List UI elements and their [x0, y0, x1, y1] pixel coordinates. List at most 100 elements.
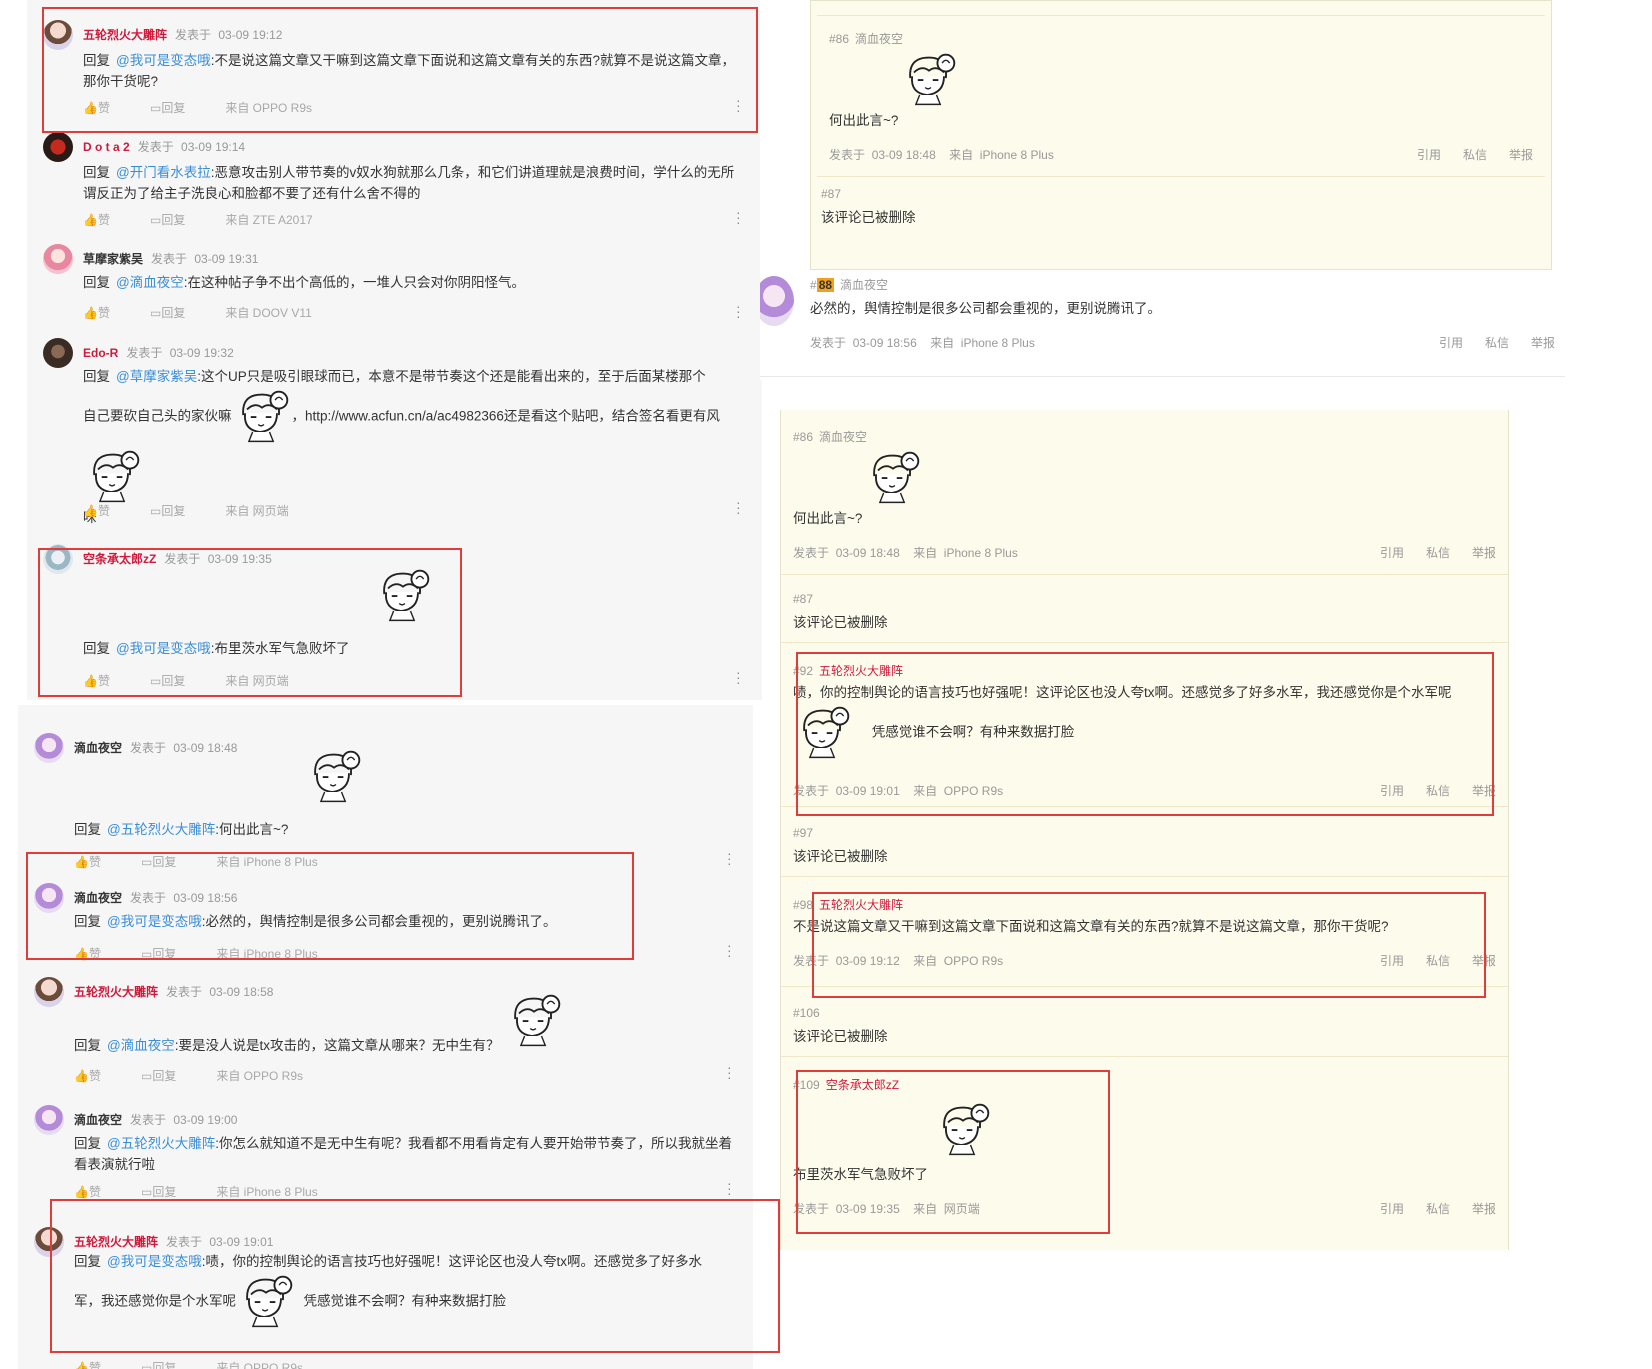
message-button[interactable]: 私信	[1426, 954, 1450, 968]
more-options-icon[interactable]: · · ·	[736, 665, 741, 689]
reply-button[interactable]: ▭回复	[150, 306, 205, 320]
more-options-icon[interactable]: · · ·	[727, 1176, 732, 1200]
message-button[interactable]: 私信	[1426, 546, 1450, 560]
username-link[interactable]: D o t a 2	[83, 140, 130, 154]
mention-link[interactable]: @我可是变态哦	[116, 53, 211, 68]
username-link[interactable]: 五轮烈火大雕阵	[819, 898, 903, 912]
reply-button[interactable]: ▭回复	[150, 674, 205, 688]
like-button[interactable]: 👍赞	[83, 674, 130, 688]
posted-label: 发表于	[130, 891, 167, 905]
like-button[interactable]: 👍赞	[74, 1361, 121, 1369]
sticker-icon	[232, 387, 292, 447]
more-options-icon[interactable]: · · ·	[727, 846, 732, 870]
avatar[interactable]	[34, 977, 64, 1007]
mention-link[interactable]: @五轮烈火大雕阵	[107, 1136, 215, 1151]
message-button[interactable]: 私信	[1463, 148, 1487, 162]
avatar[interactable]	[43, 244, 73, 274]
divider	[760, 376, 1565, 377]
quote-button[interactable]: 引用	[1380, 954, 1404, 968]
message-button[interactable]: 私信	[1485, 336, 1509, 350]
mention-link[interactable]: @滴血夜空	[116, 275, 184, 290]
post-actions: 引用 私信 举报	[1358, 544, 1496, 561]
posted-label: 发表于	[793, 546, 830, 560]
reply-button[interactable]: ▭回复	[150, 213, 205, 227]
device-label: 来自 iPhone 8 Plus	[216, 855, 318, 869]
avatar[interactable]	[34, 1227, 64, 1257]
device-label: 来自 网页端	[225, 504, 289, 518]
mention-link[interactable]: @草摩家紫吴	[116, 369, 197, 384]
from-label: 来自	[913, 784, 938, 798]
quote-button[interactable]: 引用	[1380, 784, 1404, 798]
avatar[interactable]	[43, 132, 73, 162]
username-link[interactable]: 滴血夜空	[840, 278, 888, 292]
username-link[interactable]: 滴血夜空	[855, 32, 903, 46]
mention-link[interactable]: @我可是变态哦	[107, 1254, 202, 1269]
reply-button[interactable]: ▭回复	[150, 101, 205, 115]
more-options-icon[interactable]: · · ·	[736, 299, 741, 323]
reply-button[interactable]: ▭回复	[141, 1361, 196, 1369]
quote-button[interactable]: 引用	[1380, 546, 1404, 560]
username-link[interactable]: 滴血夜空	[74, 1113, 122, 1127]
comment-body: 回复 @五轮烈火大雕阵:你怎么就知道不是无中生有呢？我看都不用看肯定有人要开始带节…	[74, 1133, 733, 1175]
like-button[interactable]: 👍赞	[74, 855, 121, 869]
like-button[interactable]: 👍赞	[83, 504, 130, 518]
like-label: 赞	[88, 1185, 101, 1199]
reply-button[interactable]: ▭回复	[141, 855, 196, 869]
report-button[interactable]: 举报	[1472, 954, 1496, 968]
mention-link[interactable]: @我可是变态哦	[107, 914, 202, 929]
like-button[interactable]: 👍赞	[74, 947, 121, 961]
more-options-icon[interactable]: · · ·	[736, 93, 741, 117]
like-button[interactable]: 👍赞	[83, 213, 130, 227]
mention-link[interactable]: @五轮烈火大雕阵	[107, 822, 215, 837]
report-button[interactable]: 举报	[1531, 336, 1555, 350]
like-button[interactable]: 👍赞	[74, 1069, 121, 1083]
avatar[interactable]	[43, 338, 73, 368]
post-text: 凭感觉谁不会啊？有种来数据打脸	[871, 724, 1075, 740]
reply-button[interactable]: ▭回复	[141, 947, 196, 961]
more-options-icon[interactable]: · · ·	[736, 205, 741, 229]
reply-prefix: 回复	[74, 914, 101, 929]
username-link[interactable]: 五轮烈火大雕阵	[819, 664, 903, 678]
more-options-icon[interactable]: · · ·	[736, 495, 741, 519]
report-button[interactable]: 举报	[1472, 784, 1496, 798]
username-link[interactable]: 空条承太郎zZ	[83, 552, 156, 566]
reply-prefix: 回复	[83, 369, 110, 384]
mention-link[interactable]: @我可是变态哦	[116, 641, 211, 656]
username-link[interactable]: 草摩家紫吴	[83, 252, 143, 266]
like-button[interactable]: 👍赞	[83, 101, 130, 115]
username-link[interactable]: 滴血夜空	[819, 430, 867, 444]
reply-button[interactable]: ▭回复	[141, 1069, 196, 1083]
username-link[interactable]: 五轮烈火大雕阵	[83, 28, 167, 42]
report-button[interactable]: 举报	[1472, 546, 1496, 560]
comment-item: 空条承太郎zZ 发表于 03-09 19:35 回复 @我可是变态哦:布里茨水军气急…	[27, 536, 762, 689]
reply-button[interactable]: ▭回复	[150, 504, 205, 518]
forum-panel-bottom-right: #86 滴血夜空 何出此言~? 发表于 03-09 18:48 来自 iPhone…	[780, 410, 1509, 1250]
report-button[interactable]: 举报	[1509, 148, 1533, 162]
username-link[interactable]: 滴血夜空	[74, 891, 122, 905]
avatar[interactable]	[34, 883, 64, 913]
comment-toolbar: 👍赞 ▭回复 来自 ZTE A2017	[83, 211, 333, 228]
like-button[interactable]: 👍赞	[74, 1185, 121, 1199]
more-options-icon[interactable]: · · ·	[727, 1060, 732, 1084]
message-button[interactable]: 私信	[1426, 784, 1450, 798]
comment-item: 五轮烈火大雕阵 发表于 03-09 19:12 回复 @我可是变态哦:不是说这篇文章…	[27, 12, 762, 122]
quote-button[interactable]: 引用	[1417, 148, 1441, 162]
quote-button[interactable]: 引用	[1380, 1202, 1404, 1216]
like-button[interactable]: 👍赞	[83, 306, 130, 320]
mention-link[interactable]: @开门看水表拉	[116, 165, 211, 180]
sticker-icon	[899, 50, 959, 110]
message-button[interactable]: 私信	[1426, 1202, 1450, 1216]
more-options-icon[interactable]: · · ·	[727, 938, 732, 962]
sticker-icon	[933, 1100, 993, 1160]
username-link[interactable]: 五轮烈火大雕阵	[74, 1235, 158, 1249]
quote-button[interactable]: 引用	[1439, 336, 1463, 350]
username-link[interactable]: Edo-R	[83, 346, 118, 360]
username-link[interactable]: 空条承太郎zZ	[826, 1078, 899, 1092]
avatar[interactable]	[34, 733, 64, 763]
reply-button[interactable]: ▭回复	[141, 1185, 196, 1199]
mention-link[interactable]: @滴血夜空	[107, 1038, 175, 1053]
avatar[interactable]	[43, 544, 73, 574]
report-button[interactable]: 举报	[1472, 1202, 1496, 1216]
avatar[interactable]	[43, 20, 73, 50]
avatar[interactable]	[34, 1105, 64, 1135]
